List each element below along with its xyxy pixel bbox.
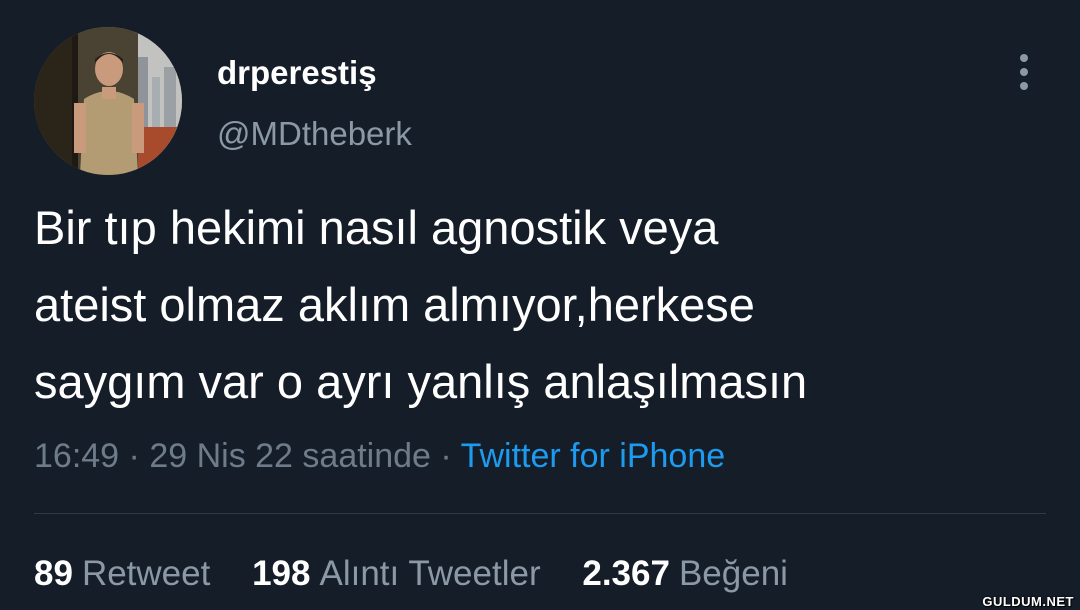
- tweet-line: saygım var o ayrı yanlış anlaşılmasın: [34, 355, 808, 408]
- tweet-source-link[interactable]: Twitter for iPhone: [461, 437, 726, 475]
- tweet-metadata: 16:49 · 29 Nis 22 saatinde · Twitter for…: [34, 434, 725, 478]
- quote-count: 198: [252, 554, 311, 593]
- tweet-date[interactable]: 29 Nis 22 saatinde: [149, 437, 431, 475]
- quote-label: Alıntı Tweetler: [319, 554, 541, 593]
- display-name[interactable]: drperestiş: [217, 53, 377, 93]
- user-handle[interactable]: @MDtheberk: [217, 114, 412, 154]
- more-vertical-icon: [1020, 54, 1028, 90]
- tweet-line: Bir tıp hekimi nasıl agnostik veya: [34, 201, 719, 254]
- avatar[interactable]: [34, 27, 182, 175]
- retweet-label: Retweet: [81, 554, 211, 593]
- like-stat[interactable]: 2.367 Beğeni: [582, 552, 788, 596]
- watermark: GULDUM.NET: [982, 594, 1074, 609]
- more-options-button[interactable]: [1006, 50, 1042, 94]
- tweet-line: ateist olmaz aklım almıyor,herkese: [34, 278, 755, 331]
- engagement-stats: 89 Retweet 198 Alıntı Tweetler 2.367 Beğeni: [34, 552, 820, 596]
- avatar-photo: [34, 27, 182, 175]
- retweet-count: 89: [34, 554, 73, 593]
- like-count: 2.367: [582, 554, 670, 593]
- divider: [34, 513, 1046, 514]
- like-label: Beğeni: [678, 554, 788, 593]
- tweet-time[interactable]: 16:49: [34, 437, 119, 475]
- tweet-text: Bir tıp hekimi nasıl agnostik veya ateis…: [34, 189, 1044, 420]
- meta-separator: ·: [440, 437, 452, 475]
- meta-separator: ·: [128, 437, 140, 475]
- tweet-card: drperestiş @MDtheberk Bir tıp hekimi nas…: [0, 0, 1080, 610]
- retweet-stat[interactable]: 89 Retweet: [34, 552, 210, 596]
- quote-stat[interactable]: 198 Alıntı Tweetler: [252, 552, 541, 596]
